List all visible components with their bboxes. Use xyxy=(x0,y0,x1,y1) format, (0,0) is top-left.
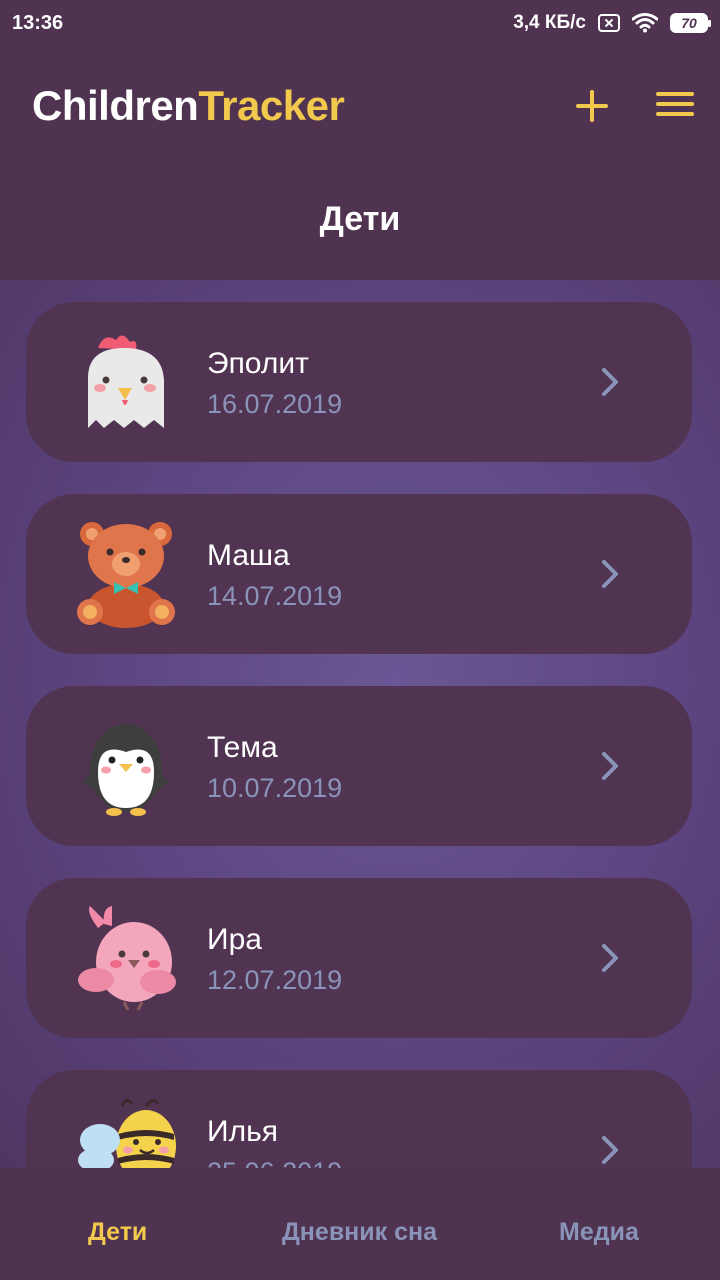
logo-tracker: Tracker xyxy=(198,82,345,129)
bee-icon xyxy=(78,1099,176,1168)
page-title: Дети xyxy=(319,200,401,238)
child-name: Маша xyxy=(207,539,290,572)
chevron-right-icon xyxy=(602,368,618,396)
logo-children: Children xyxy=(32,82,199,129)
child-card[interactable]: Эполит 16.07.2019 xyxy=(26,302,692,462)
teddy-bear-icon xyxy=(77,522,175,628)
child-date: 14.07.2019 xyxy=(207,581,343,611)
app-logo: ChildrenTracker xyxy=(32,82,345,130)
hamburger-menu-icon xyxy=(656,92,694,96)
app-bar: ChildrenTracker Дети xyxy=(0,50,720,280)
chicken-icon xyxy=(88,335,164,428)
battery-icon: 70 xyxy=(670,13,711,33)
chevron-right-icon xyxy=(602,752,618,780)
pink-bird-icon xyxy=(78,906,176,1011)
child-name: Тема xyxy=(207,731,278,764)
child-card[interactable]: Маша 14.07.2019 xyxy=(26,494,692,654)
child-card[interactable]: Тема 10.07.2019 xyxy=(26,686,692,846)
menu-button[interactable] xyxy=(656,90,696,120)
status-bar: 13:36 3,4 КБ/с 70 xyxy=(0,0,720,50)
chevron-right-icon xyxy=(602,560,618,588)
child-name: Эполит xyxy=(207,347,309,380)
bottom-tab-bar: Дети Дневник сна Медиа xyxy=(0,1184,720,1280)
chevron-right-icon xyxy=(602,944,618,972)
add-child-button[interactable] xyxy=(574,88,610,124)
child-date: 10.07.2019 xyxy=(207,773,343,803)
child-date: 12.07.2019 xyxy=(207,965,343,995)
penguin-icon xyxy=(82,724,170,816)
child-card[interactable]: Илья 25.06.2019 xyxy=(26,1070,692,1168)
tab-children[interactable]: Дети xyxy=(88,1218,147,1247)
status-time: 13:36 xyxy=(12,12,64,34)
child-date: 16.07.2019 xyxy=(207,389,343,419)
children-list[interactable]: Эполит 16.07.2019 Маша 14.07.2019 Тема 1… xyxy=(0,280,720,1168)
child-name: Илья xyxy=(207,1115,278,1148)
network-speed: 3,4 КБ/с xyxy=(513,12,586,33)
wifi-icon xyxy=(632,13,658,33)
tab-media[interactable]: Медиа xyxy=(559,1218,639,1247)
status-icons: 3,4 КБ/с 70 xyxy=(513,12,711,34)
chevron-right-icon xyxy=(602,1136,618,1164)
child-name: Ира xyxy=(207,923,262,956)
child-date: 25.06.2019 xyxy=(207,1157,342,1168)
sim-off-icon xyxy=(598,14,620,32)
tab-sleep-diary[interactable]: Дневник сна xyxy=(282,1218,437,1247)
child-card[interactable]: Ира 12.07.2019 xyxy=(26,878,692,1038)
